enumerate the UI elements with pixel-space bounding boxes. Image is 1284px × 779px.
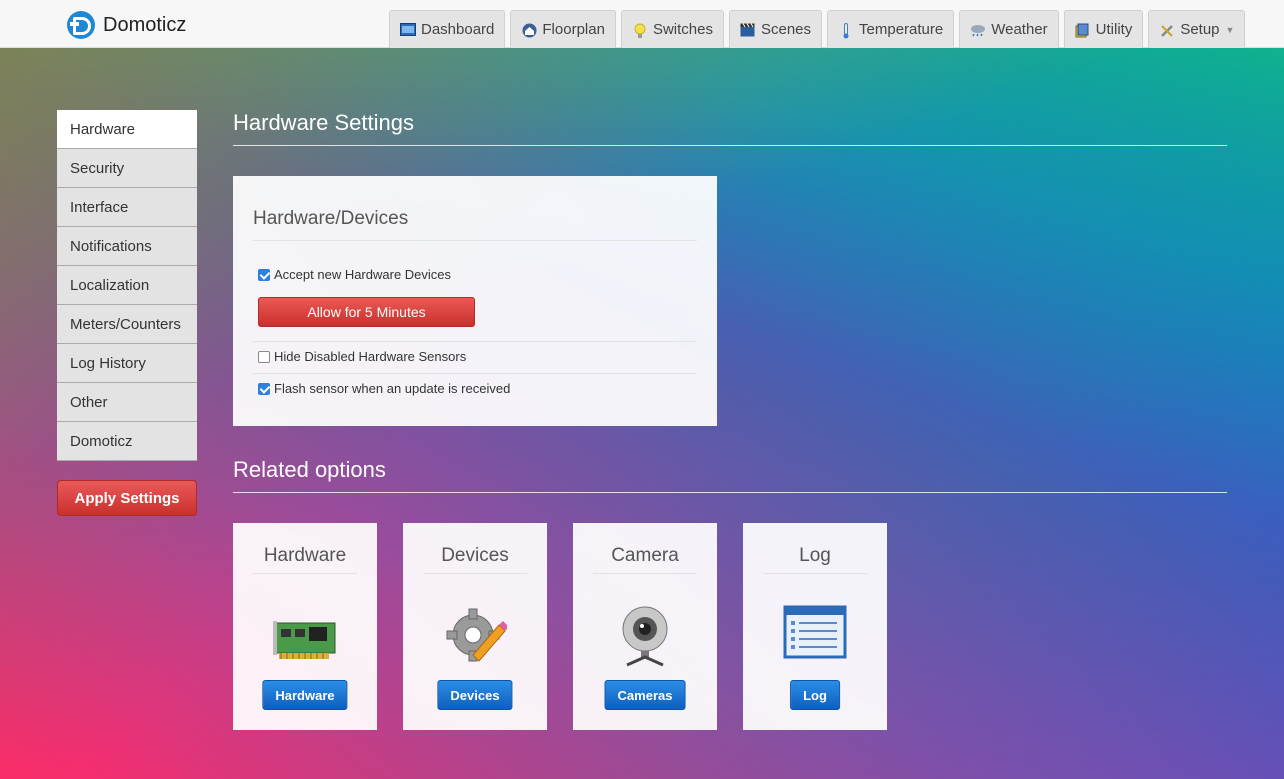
- hide-disabled-sensors-checkbox[interactable]: [258, 350, 270, 363]
- panel-divider: [253, 373, 697, 374]
- sidebar-item-security[interactable]: Security: [57, 149, 197, 188]
- nav-setup-label: Setup: [1180, 21, 1220, 38]
- nav-dashboard[interactable]: Dashboard: [389, 10, 506, 48]
- cameras-button[interactable]: Cameras: [604, 680, 686, 710]
- sidebar-item-localization[interactable]: Localization: [57, 266, 197, 305]
- clapperboard-icon: [740, 22, 756, 37]
- brand-name: Domoticz: [103, 13, 187, 36]
- hide-disabled-sensors-label: Hide Disabled Hardware Sensors: [274, 349, 467, 364]
- related-divider: [233, 492, 1227, 493]
- dashboard-icon: [400, 22, 416, 37]
- title-divider: [233, 145, 1227, 146]
- card-title: Devices: [441, 545, 509, 566]
- nav-setup[interactable]: Setup ▼: [1148, 10, 1246, 48]
- hardware-button[interactable]: Hardware: [262, 680, 348, 710]
- floorplan-icon: [521, 23, 537, 37]
- webcam-icon: [613, 603, 677, 667]
- top-navbar: Domoticz Dashboard Floorplan Switches Sc…: [0, 0, 1284, 48]
- nav-floorplan-label: Floorplan: [542, 21, 605, 38]
- card-divider: [593, 573, 697, 574]
- allow-5-minutes-button[interactable]: Allow for 5 Minutes: [258, 297, 475, 327]
- main-nav: Dashboard Floorplan Switches Scenes Temp…: [389, 10, 1250, 48]
- nav-weather[interactable]: Weather: [959, 10, 1059, 48]
- panel-divider: [253, 240, 697, 241]
- thermometer-icon: [838, 22, 854, 38]
- hide-disabled-sensors-row[interactable]: Hide Disabled Hardware Sensors: [258, 349, 466, 364]
- sidebar-item-notifications[interactable]: Notifications: [57, 227, 197, 266]
- related-card-log: Log Log: [743, 523, 887, 730]
- lightbulb-icon: [632, 23, 648, 38]
- sidebar-item-interface[interactable]: Interface: [57, 188, 197, 227]
- card-divider: [253, 573, 357, 574]
- nav-floorplan[interactable]: Floorplan: [510, 10, 616, 48]
- sidebar-item-other[interactable]: Other: [57, 383, 197, 422]
- nav-switches-label: Switches: [652, 21, 713, 38]
- nav-temperature-label: Temperature: [859, 21, 944, 38]
- domoticz-logo-icon: [67, 11, 95, 39]
- apply-settings-button[interactable]: Apply Settings: [57, 480, 197, 516]
- nav-switches[interactable]: Switches: [620, 10, 724, 48]
- chevron-down-icon: ▼: [1225, 24, 1235, 35]
- nav-utility-label: Utility: [1095, 21, 1133, 38]
- settings-sidebar: Hardware Security Interface Notification…: [57, 110, 197, 461]
- accept-new-hardware-label: Accept new Hardware Devices: [274, 267, 452, 282]
- nav-temperature[interactable]: Temperature: [827, 10, 955, 48]
- panel-divider: [253, 341, 697, 342]
- related-options-title: Related options: [233, 457, 386, 482]
- nav-utility[interactable]: Utility: [1063, 10, 1144, 48]
- card-divider: [423, 573, 527, 574]
- accept-new-hardware-checkbox[interactable]: [258, 268, 270, 281]
- panel-title: Hardware/Devices: [253, 208, 409, 229]
- card-title: Camera: [611, 545, 679, 566]
- tools-icon: [1159, 23, 1175, 37]
- nav-scenes[interactable]: Scenes: [728, 10, 823, 48]
- flash-sensor-checkbox[interactable]: [258, 382, 270, 395]
- sidebar-item-domoticz[interactable]: Domoticz: [57, 422, 197, 461]
- hardware-devices-panel: Hardware/Devices Accept new Hardware Dev…: [233, 176, 717, 426]
- card-title: Log: [799, 545, 831, 566]
- brand[interactable]: Domoticz: [67, 11, 186, 39]
- rain-cloud-icon: [970, 23, 986, 37]
- log-button[interactable]: Log: [790, 680, 840, 710]
- log-list-icon: [783, 603, 847, 667]
- hardware-card-icon: [273, 603, 337, 667]
- related-card-hardware: Hardware Hardware: [233, 523, 377, 730]
- sidebar-item-hardware[interactable]: Hardware: [57, 110, 197, 149]
- devices-button[interactable]: Devices: [437, 680, 513, 710]
- nav-dashboard-label: Dashboard: [421, 21, 495, 38]
- related-card-camera: Camera Cameras: [573, 523, 717, 730]
- nav-weather-label: Weather: [991, 21, 1048, 38]
- utility-icon: [1075, 23, 1091, 37]
- sidebar-item-meters-counters[interactable]: Meters/Counters: [57, 305, 197, 344]
- related-card-devices: Devices Devices: [403, 523, 547, 730]
- flash-sensor-label: Flash sensor when an update is received: [274, 381, 511, 396]
- card-divider: [763, 573, 867, 574]
- accept-new-hardware-row[interactable]: Accept new Hardware Devices: [258, 267, 451, 282]
- gear-pencil-icon: [443, 603, 509, 667]
- nav-scenes-label: Scenes: [760, 21, 812, 38]
- flash-sensor-row[interactable]: Flash sensor when an update is received: [258, 381, 510, 396]
- page-title: Hardware Settings: [233, 110, 414, 135]
- card-title: Hardware: [263, 545, 347, 566]
- sidebar-item-log-history[interactable]: Log History: [57, 344, 197, 383]
